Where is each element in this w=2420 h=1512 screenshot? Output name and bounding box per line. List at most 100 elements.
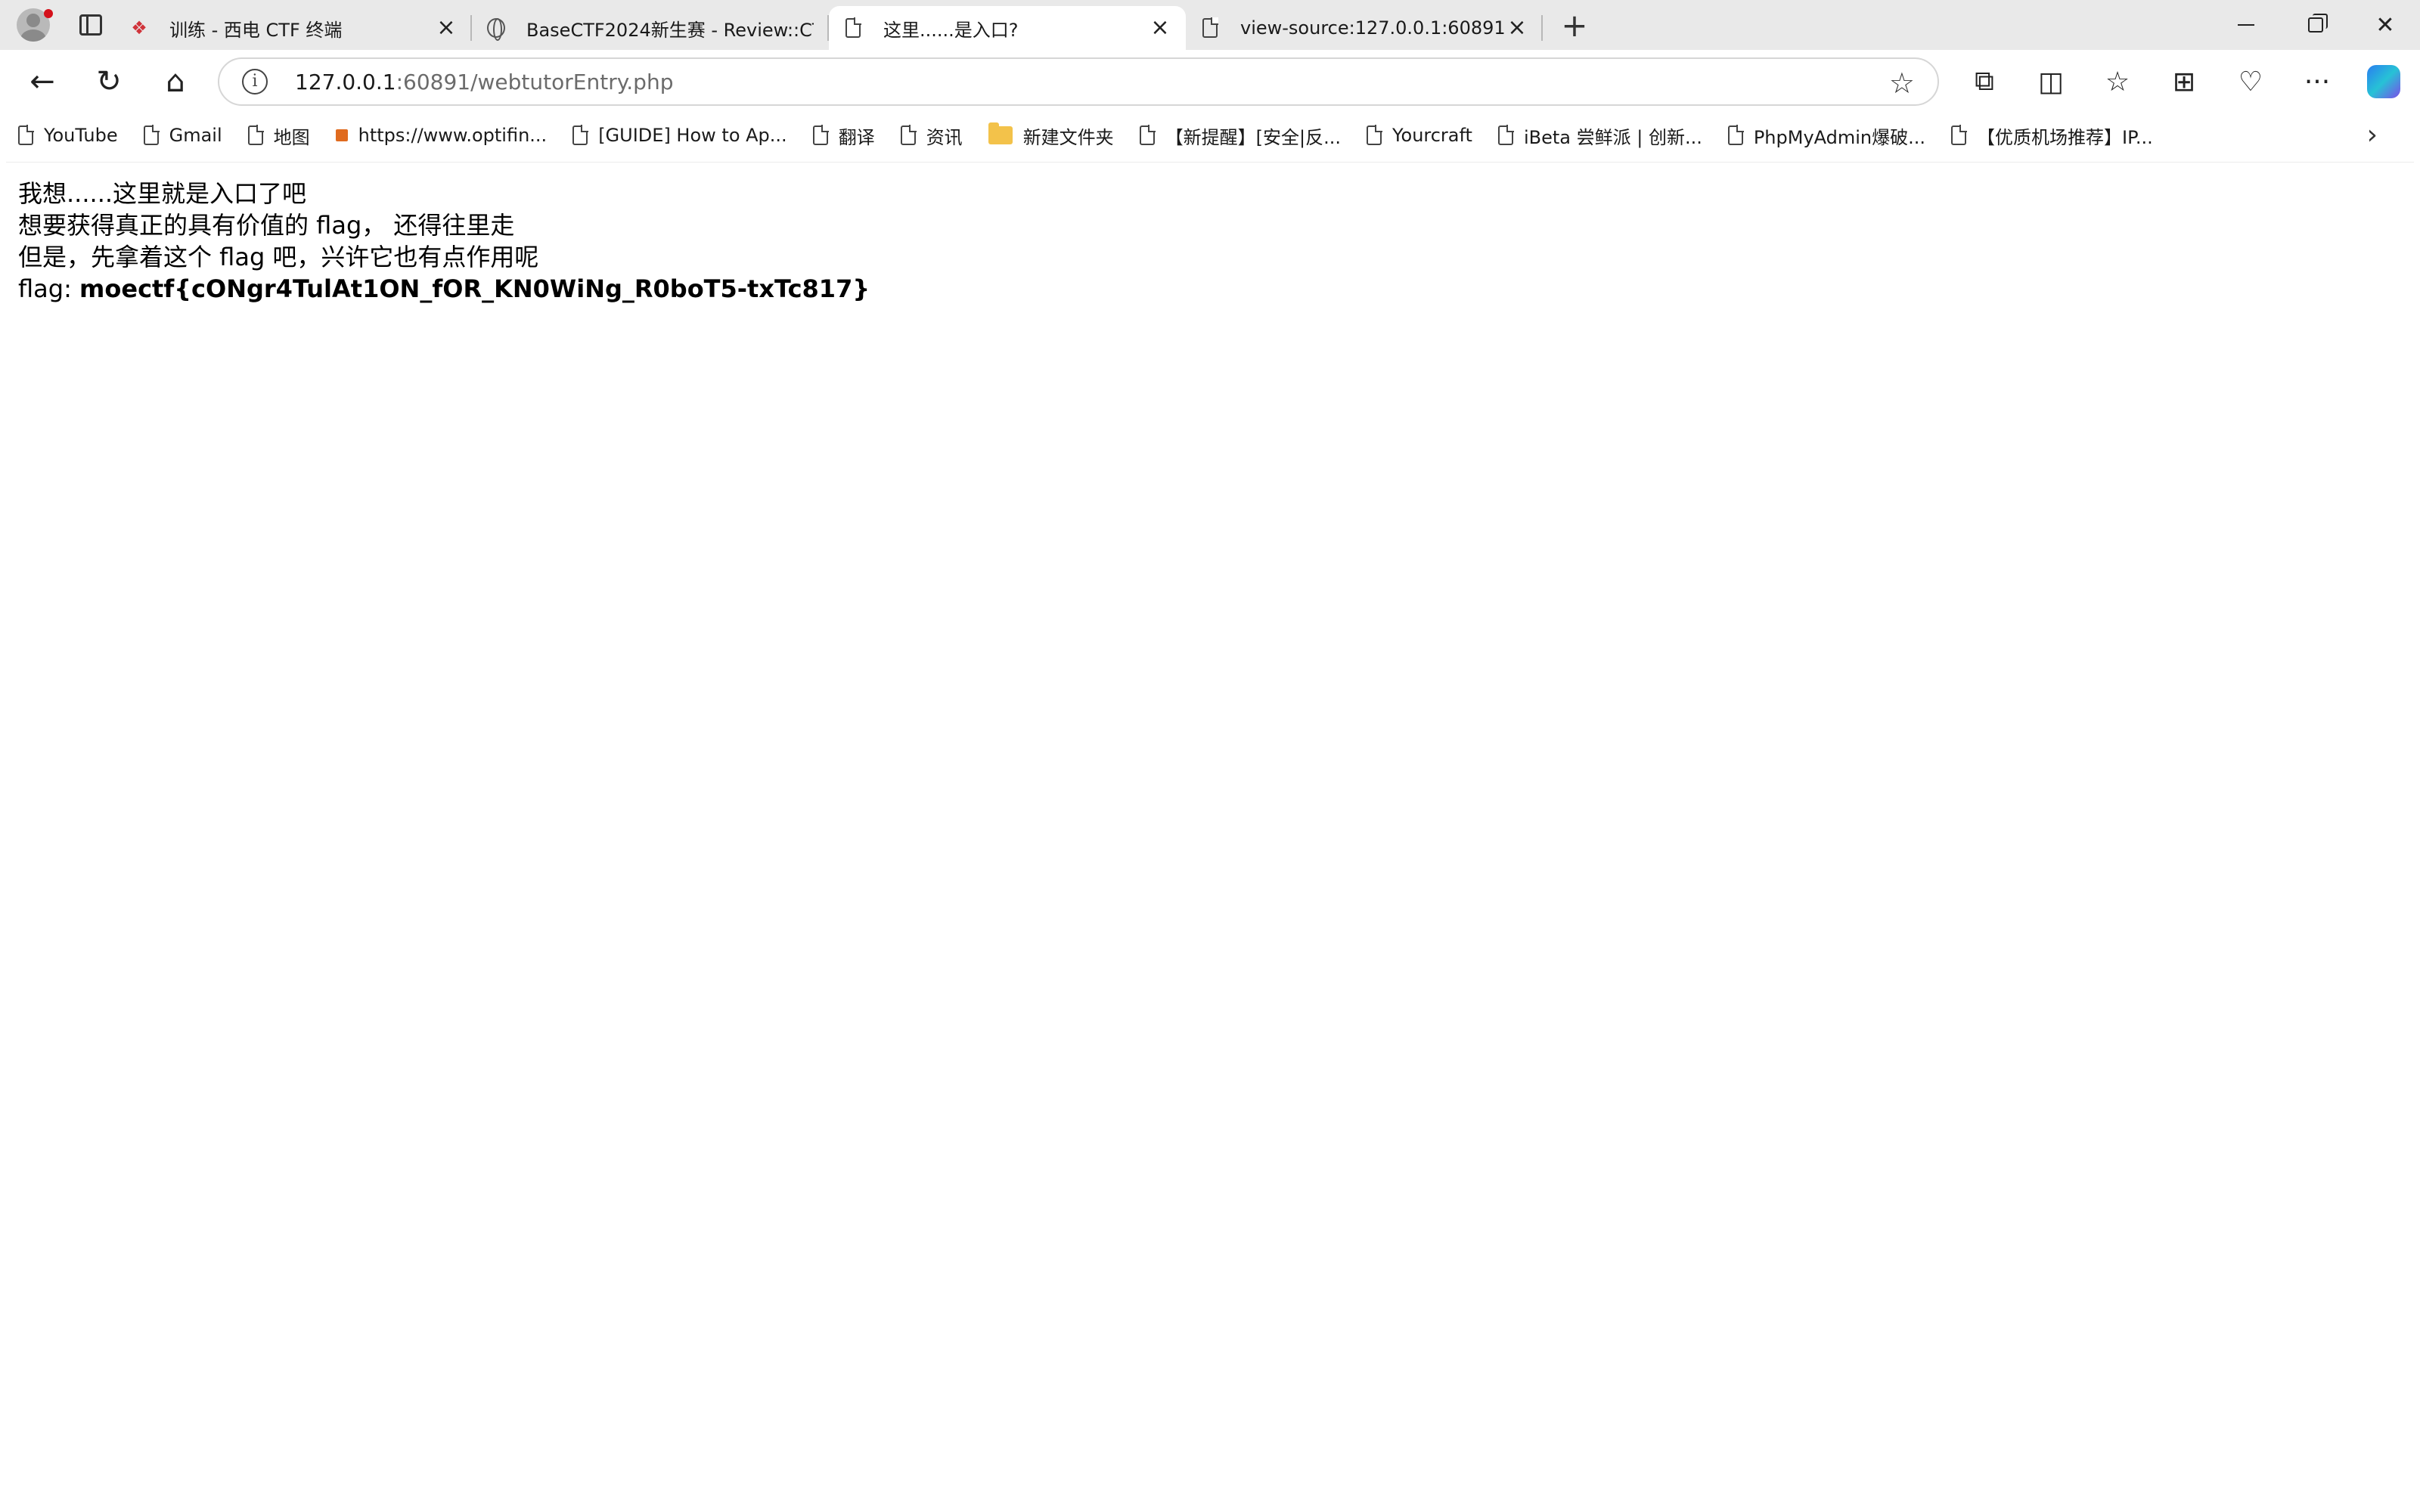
puzzle-icon: ⧉ bbox=[1975, 66, 1994, 97]
minimize-icon bbox=[2238, 24, 2254, 26]
favorites-button[interactable]: ☆ bbox=[2084, 50, 2151, 113]
content-line-2: 想要获得真正的具有价值的 flag， 还得往里走 bbox=[18, 211, 515, 240]
split-screen-icon: ◫ bbox=[2037, 66, 2064, 98]
tab-ctf-training[interactable]: ❖ 训练 - 西电 CTF 终端 × bbox=[115, 6, 472, 50]
collections-button[interactable]: ⊞ bbox=[2151, 50, 2217, 113]
collections-icon: ⊞ bbox=[2172, 66, 2196, 98]
bookmark-label: 【优质机场推荐】IP... bbox=[1977, 126, 2153, 148]
content-line-3: 但是，先拿着这个 flag 吧，兴许它也有点作用呢 bbox=[18, 243, 539, 271]
address-bar[interactable]: i 127.0.0.1:60891/webtutorEntry.php ☆ bbox=[218, 57, 1939, 106]
plus-icon: + bbox=[1561, 6, 1588, 44]
chevron-right-icon[interactable]: › bbox=[2367, 119, 2378, 150]
orange-square-icon bbox=[335, 129, 348, 141]
content-line-1: 我想......这里就是入口了吧 bbox=[18, 179, 307, 208]
page-icon bbox=[1951, 125, 1968, 145]
tab-title: 训练 - 西电 CTF 终端 bbox=[169, 19, 343, 41]
page-icon bbox=[1139, 125, 1156, 145]
flag-line: flag: moectf{cONgr4TulAt1ON_fOR_KN0WiNg_… bbox=[18, 273, 2402, 305]
close-window-icon: ✕ bbox=[2375, 11, 2395, 39]
tab-entry-page[interactable]: 这里......是入口? × bbox=[829, 6, 1186, 50]
toolbar-actions: ⧉ ◫ ☆ ⊞ ♡ ··· bbox=[1951, 50, 2417, 113]
page-icon bbox=[18, 125, 34, 145]
flag-value: moectf{cONgr4TulAt1ON_fOR_KN0WiNg_R0boT5… bbox=[79, 274, 870, 303]
bookmark-label: Yourcraft bbox=[1392, 125, 1472, 146]
folder-icon bbox=[988, 122, 1013, 144]
url-path: :60891/webtutorEntry.php bbox=[396, 69, 674, 94]
close-window-button[interactable]: ✕ bbox=[2350, 0, 2420, 50]
tab-separator bbox=[1541, 15, 1543, 41]
bookmark-label: 【新提醒】[安全|反... bbox=[1165, 126, 1342, 148]
refresh-button[interactable]: ↻ bbox=[76, 50, 142, 113]
page-icon bbox=[900, 125, 917, 145]
tab-view-source[interactable]: view-source:127.0.0.1:60891 × bbox=[1186, 6, 1543, 50]
profile-button[interactable] bbox=[0, 0, 67, 50]
bookmark-phpmyadmin[interactable]: PhpMyAdmin爆破... bbox=[1727, 113, 1926, 157]
close-icon[interactable]: × bbox=[1506, 17, 1528, 39]
browser-essentials-button[interactable]: ♡ bbox=[2217, 50, 2284, 113]
ctf-logo-icon: ❖ bbox=[131, 17, 147, 39]
copilot-icon bbox=[2367, 65, 2400, 98]
notification-dot bbox=[44, 9, 53, 18]
favorites-icon: ☆ bbox=[2105, 66, 2130, 98]
more-menu-button[interactable]: ··· bbox=[2284, 50, 2350, 113]
back-button[interactable]: ← bbox=[9, 50, 76, 113]
page-icon bbox=[1727, 125, 1744, 145]
page-icon bbox=[812, 125, 829, 145]
bookmark-label: 地图 bbox=[273, 126, 310, 148]
bookmark-airport[interactable]: 【优质机场推荐】IP... bbox=[1951, 113, 2153, 157]
bookmark-new-folder[interactable]: 新建文件夹 bbox=[988, 113, 1114, 157]
flag-label: flag: bbox=[18, 274, 80, 303]
site-info-icon[interactable]: i bbox=[242, 69, 268, 94]
home-button[interactable]: ⌂ bbox=[142, 50, 209, 113]
page-icon bbox=[1367, 125, 1383, 145]
bookmark-gmail[interactable]: Gmail bbox=[143, 113, 222, 157]
page-icon bbox=[1497, 125, 1514, 145]
tab-title: view-source:127.0.0.1:60891 bbox=[1240, 17, 1506, 39]
bookmark-label: Gmail bbox=[169, 125, 222, 146]
bookmark-news[interactable]: 资讯 bbox=[900, 113, 963, 157]
page-icon bbox=[143, 125, 160, 145]
toolbar: ← ↻ ⌂ i 127.0.0.1:60891/webtutorEntry.ph… bbox=[0, 50, 2420, 113]
page-icon bbox=[572, 125, 589, 145]
bookmark-translate[interactable]: 翻译 bbox=[812, 113, 875, 157]
bookmarks-bar: YouTube Gmail 地图 https://www.optifin... … bbox=[0, 113, 2420, 157]
tab-actions-icon bbox=[79, 14, 102, 36]
back-arrow-icon: ← bbox=[29, 64, 55, 99]
bookmark-guide[interactable]: [GUIDE] How to Ap... bbox=[572, 113, 787, 157]
heart-pulse-icon: ♡ bbox=[2238, 66, 2263, 98]
bookmark-optifine[interactable]: https://www.optifin... bbox=[335, 113, 548, 157]
copilot-button[interactable] bbox=[2350, 50, 2417, 113]
bookmark-label: 新建文件夹 bbox=[1022, 126, 1114, 148]
close-icon[interactable]: × bbox=[436, 17, 457, 39]
globe-icon bbox=[487, 17, 505, 41]
bookmark-label: 资讯 bbox=[926, 126, 963, 148]
bookmark-label: [GUIDE] How to Ap... bbox=[598, 125, 787, 146]
more-dots-icon: ··· bbox=[2304, 66, 2331, 98]
restore-button[interactable] bbox=[2281, 0, 2350, 50]
minimize-button[interactable] bbox=[2211, 0, 2281, 50]
bookmark-ibeta[interactable]: iBeta 尝鲜派 | 创新... bbox=[1497, 113, 1702, 157]
tab-actions-button[interactable] bbox=[67, 0, 115, 50]
split-screen-button[interactable]: ◫ bbox=[2018, 50, 2084, 113]
window-controls: ✕ bbox=[2211, 0, 2420, 50]
new-tab-button[interactable]: + bbox=[1543, 0, 1606, 50]
bookmark-label: iBeta 尝鲜派 | 创新... bbox=[1523, 126, 1702, 148]
bookmark-label: https://www.optifin... bbox=[358, 125, 548, 146]
tab-bar: ❖ 训练 - 西电 CTF 终端 × BaseCTF2024新生赛 - Revi… bbox=[0, 0, 2420, 50]
favorite-star-icon[interactable]: ☆ bbox=[1889, 67, 1915, 100]
page-content: 我想......这里就是入口了吧 想要获得真正的具有价值的 flag， 还得往里… bbox=[6, 162, 2414, 1512]
extensions-button[interactable]: ⧉ bbox=[1951, 50, 2018, 113]
bookmark-yourcraft[interactable]: Yourcraft bbox=[1367, 113, 1472, 157]
bookmark-label: 翻译 bbox=[838, 126, 875, 148]
page-icon bbox=[1201, 17, 1219, 39]
bookmark-label: PhpMyAdmin爆破... bbox=[1753, 126, 1926, 148]
bookmark-security-reminder[interactable]: 【新提醒】[安全|反... bbox=[1139, 113, 1342, 157]
page-icon bbox=[247, 125, 264, 145]
bookmark-maps[interactable]: 地图 bbox=[247, 113, 310, 157]
url-host: 127.0.0.1 bbox=[295, 69, 396, 94]
tab-title: BaseCTF2024新生赛 - Review::CTF bbox=[526, 19, 814, 41]
bookmark-youtube[interactable]: YouTube bbox=[18, 113, 118, 157]
tab-basectf-review[interactable]: BaseCTF2024新生赛 - Review::CTF bbox=[472, 6, 829, 50]
page-icon bbox=[844, 17, 862, 39]
close-icon[interactable]: × bbox=[1150, 17, 1171, 39]
